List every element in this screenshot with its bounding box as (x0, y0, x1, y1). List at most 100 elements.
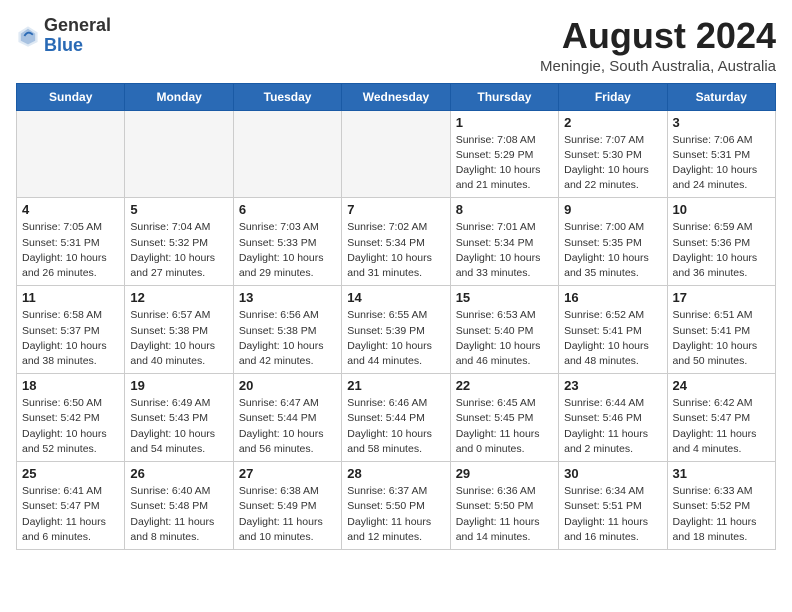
day-info: Sunrise: 7:01 AMSunset: 5:34 PMDaylight:… (456, 220, 553, 281)
day-number: 8 (456, 202, 553, 217)
day-info: Sunrise: 6:33 AMSunset: 5:52 PMDaylight:… (673, 484, 770, 545)
day-number: 23 (564, 378, 661, 393)
calendar-header: SundayMondayTuesdayWednesdayThursdayFrid… (17, 83, 776, 110)
calendar-cell: 12 Sunrise: 6:57 AMSunset: 5:38 PMDayligh… (125, 286, 233, 374)
day-number: 19 (130, 378, 227, 393)
calendar-body: 1Sunrise: 7:08 AMSunset: 5:29 PMDaylight… (17, 110, 776, 549)
calendar-cell: 27Sunrise: 6:38 AMSunset: 5:49 PMDayligh… (233, 462, 341, 550)
week-row: 4Sunrise: 7:05 AMSunset: 5:31 PMDaylight… (17, 198, 776, 286)
calendar-cell: 4Sunrise: 7:05 AMSunset: 5:31 PMDaylight… (17, 198, 125, 286)
calendar-cell (125, 110, 233, 198)
day-info: Sunrise: 6:47 AMSunset: 5:44 PMDaylight:… (239, 396, 336, 457)
day-info: Sunrise: 6:59 AMSunset: 5:36 PMDaylight:… (673, 220, 770, 281)
calendar-cell: 18 Sunrise: 6:50 AMSunset: 5:42 PMDayligh… (17, 374, 125, 462)
calendar-cell: 14Sunrise: 6:55 AMSunset: 5:39 PMDayligh… (342, 286, 450, 374)
calendar-cell: 19 Sunrise: 6:49 AMSunset: 5:43 PMDayligh… (125, 374, 233, 462)
calendar-cell: 16Sunrise: 6:52 AMSunset: 5:41 PMDayligh… (559, 286, 667, 374)
calendar-cell: 24 Sunrise: 6:42 AMSunset: 5:47 PMDayligh… (667, 374, 775, 462)
day-info: Sunrise: 6:44 AMSunset: 5:46 PMDaylight:… (564, 396, 661, 457)
calendar-cell: 8 Sunrise: 7:01 AMSunset: 5:34 PMDaylight… (450, 198, 558, 286)
day-info: Sunrise: 6:40 AMSunset: 5:48 PMDaylight:… (130, 484, 227, 545)
week-row: 25 Sunrise: 6:41 AMSunset: 5:47 PMDayligh… (17, 462, 776, 550)
day-number: 3 (673, 115, 770, 130)
month-year-title: August 2024 (540, 16, 776, 56)
calendar-cell: 1Sunrise: 7:08 AMSunset: 5:29 PMDaylight… (450, 110, 558, 198)
day-info: Sunrise: 6:37 AMSunset: 5:50 PMDaylight:… (347, 484, 444, 545)
day-of-week-header: Tuesday (233, 83, 341, 110)
day-number: 30 (564, 466, 661, 481)
day-info: Sunrise: 7:07 AMSunset: 5:30 PMDaylight:… (564, 133, 661, 194)
day-number: 24 (673, 378, 770, 393)
calendar-cell: 21 Sunrise: 6:46 AMSunset: 5:44 PMDayligh… (342, 374, 450, 462)
calendar-cell: 13 Sunrise: 6:56 AMSunset: 5:38 PMDayligh… (233, 286, 341, 374)
day-number: 9 (564, 202, 661, 217)
day-number: 15 (456, 290, 553, 305)
calendar-cell: 26 Sunrise: 6:40 AMSunset: 5:48 PMDayligh… (125, 462, 233, 550)
day-info: Sunrise: 6:38 AMSunset: 5:49 PMDaylight:… (239, 484, 336, 545)
day-info: Sunrise: 6:51 AMSunset: 5:41 PMDaylight:… (673, 308, 770, 369)
day-number: 16 (564, 290, 661, 305)
day-info: Sunrise: 6:58 AMSunset: 5:37 PMDaylight:… (22, 308, 119, 369)
calendar-cell: 29 Sunrise: 6:36 AMSunset: 5:50 PMDayligh… (450, 462, 558, 550)
day-info: Sunrise: 7:05 AMSunset: 5:31 PMDaylight:… (22, 220, 119, 281)
calendar-cell: 20 Sunrise: 6:47 AMSunset: 5:44 PMDayligh… (233, 374, 341, 462)
calendar-cell: 30 Sunrise: 6:34 AMSunset: 5:51 PMDayligh… (559, 462, 667, 550)
calendar-cell: 25 Sunrise: 6:41 AMSunset: 5:47 PMDayligh… (17, 462, 125, 550)
day-number: 12 (130, 290, 227, 305)
day-number: 29 (456, 466, 553, 481)
day-info: Sunrise: 6:42 AMSunset: 5:47 PMDaylight:… (673, 396, 770, 457)
day-number: 26 (130, 466, 227, 481)
logo-general: General (44, 15, 111, 35)
calendar-cell: 17 Sunrise: 6:51 AMSunset: 5:41 PMDayligh… (667, 286, 775, 374)
day-of-week-header: Saturday (667, 83, 775, 110)
day-info: Sunrise: 6:56 AMSunset: 5:38 PMDaylight:… (239, 308, 336, 369)
location-subtitle: Meningie, South Australia, Australia (540, 58, 776, 75)
logo-text: General Blue (44, 16, 111, 56)
day-info: Sunrise: 6:53 AMSunset: 5:40 PMDaylight:… (456, 308, 553, 369)
day-info: Sunrise: 6:57 AMSunset: 5:38 PMDaylight:… (130, 308, 227, 369)
day-info: Sunrise: 7:02 AMSunset: 5:34 PMDaylight:… (347, 220, 444, 281)
logo-blue: Blue (44, 35, 83, 55)
day-number: 21 (347, 378, 444, 393)
day-number: 2 (564, 115, 661, 130)
day-info: Sunrise: 7:08 AMSunset: 5:29 PMDaylight:… (456, 133, 553, 194)
calendar-cell (17, 110, 125, 198)
page-header: General Blue August 2024 Meningie, South… (16, 16, 776, 75)
day-number: 13 (239, 290, 336, 305)
day-number: 22 (456, 378, 553, 393)
title-block: August 2024 Meningie, South Australia, A… (540, 16, 776, 75)
day-number: 5 (130, 202, 227, 217)
calendar-cell: 2 Sunrise: 7:07 AMSunset: 5:30 PMDaylight… (559, 110, 667, 198)
day-number: 20 (239, 378, 336, 393)
calendar-cell: 15 Sunrise: 6:53 AMSunset: 5:40 PMDayligh… (450, 286, 558, 374)
calendar-cell: 28Sunrise: 6:37 AMSunset: 5:50 PMDayligh… (342, 462, 450, 550)
calendar-cell: 6Sunrise: 7:03 AMSunset: 5:33 PMDaylight… (233, 198, 341, 286)
day-number: 17 (673, 290, 770, 305)
day-info: Sunrise: 6:49 AMSunset: 5:43 PMDaylight:… (130, 396, 227, 457)
week-row: 1Sunrise: 7:08 AMSunset: 5:29 PMDaylight… (17, 110, 776, 198)
day-info: Sunrise: 6:34 AMSunset: 5:51 PMDaylight:… (564, 484, 661, 545)
day-number: 11 (22, 290, 119, 305)
day-of-week-header: Monday (125, 83, 233, 110)
day-info: Sunrise: 7:03 AMSunset: 5:33 PMDaylight:… (239, 220, 336, 281)
calendar-cell: 3Sunrise: 7:06 AMSunset: 5:31 PMDaylight… (667, 110, 775, 198)
calendar-cell: 31 Sunrise: 6:33 AMSunset: 5:52 PMDayligh… (667, 462, 775, 550)
day-info: Sunrise: 6:46 AMSunset: 5:44 PMDaylight:… (347, 396, 444, 457)
day-number: 18 (22, 378, 119, 393)
calendar-cell: 22Sunrise: 6:45 AMSunset: 5:45 PMDayligh… (450, 374, 558, 462)
calendar-cell: 7 Sunrise: 7:02 AMSunset: 5:34 PMDaylight… (342, 198, 450, 286)
day-number: 31 (673, 466, 770, 481)
week-row: 11 Sunrise: 6:58 AMSunset: 5:37 PMDayligh… (17, 286, 776, 374)
day-number: 7 (347, 202, 444, 217)
calendar-table: SundayMondayTuesdayWednesdayThursdayFrid… (16, 83, 776, 550)
calendar-cell: 5 Sunrise: 7:04 AMSunset: 5:32 PMDaylight… (125, 198, 233, 286)
day-number: 25 (22, 466, 119, 481)
day-info: Sunrise: 7:04 AMSunset: 5:32 PMDaylight:… (130, 220, 227, 281)
day-number: 14 (347, 290, 444, 305)
calendar-cell: 11 Sunrise: 6:58 AMSunset: 5:37 PMDayligh… (17, 286, 125, 374)
day-info: Sunrise: 6:36 AMSunset: 5:50 PMDaylight:… (456, 484, 553, 545)
day-info: Sunrise: 6:41 AMSunset: 5:47 PMDaylight:… (22, 484, 119, 545)
calendar-cell: 9Sunrise: 7:00 AMSunset: 5:35 PMDaylight… (559, 198, 667, 286)
day-info: Sunrise: 6:50 AMSunset: 5:42 PMDaylight:… (22, 396, 119, 457)
calendar-cell: 10Sunrise: 6:59 AMSunset: 5:36 PMDayligh… (667, 198, 775, 286)
